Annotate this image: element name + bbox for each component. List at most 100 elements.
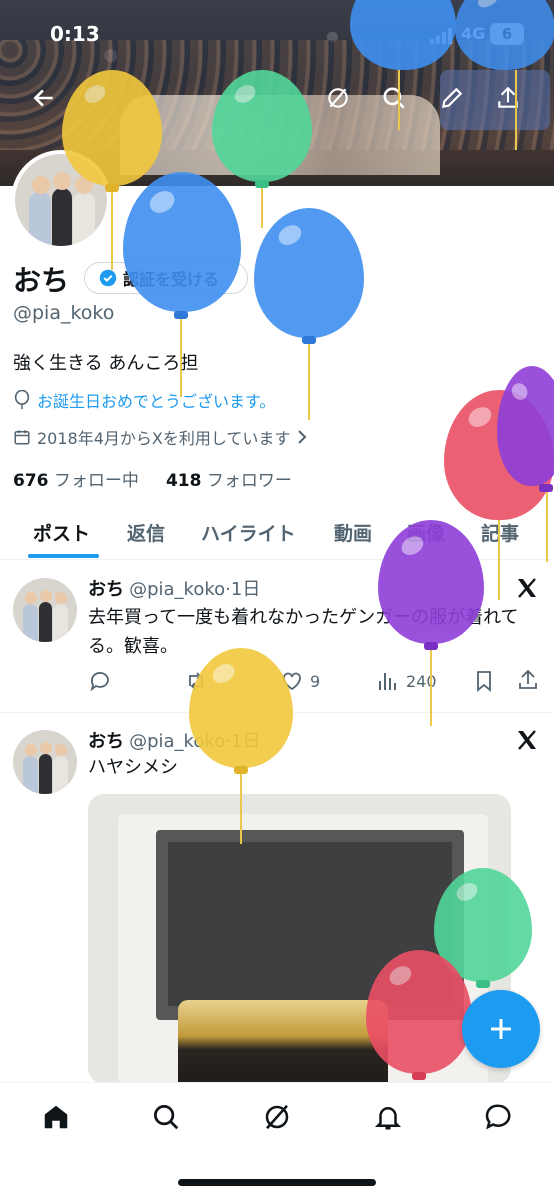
balloon-knot <box>539 484 553 492</box>
balloon-string <box>111 192 113 270</box>
grok-icon <box>328 88 348 108</box>
nav-home[interactable] <box>40 1101 72 1133</box>
back-icon <box>33 89 53 107</box>
reply-icon <box>90 672 109 692</box>
post-avatar-figure-3 <box>53 604 68 642</box>
post-avatar-figure-1 <box>23 756 38 794</box>
nav-notifications[interactable] <box>372 1101 404 1133</box>
home-indicator <box>178 1179 376 1186</box>
following-link[interactable]: 676 フォロー中 <box>13 471 139 491</box>
tab-videos[interactable]: 動画 <box>334 519 372 546</box>
post-avatar-head-1 <box>25 592 37 604</box>
balloon-purple-edge <box>497 366 554 486</box>
balloon-knot <box>174 311 188 319</box>
post-avatar-head-1 <box>25 744 37 756</box>
nav-messages[interactable] <box>482 1101 514 1133</box>
avatar-head-2 <box>53 172 71 190</box>
search-icon <box>383 87 405 109</box>
back-button[interactable] <box>26 80 62 116</box>
profile-name: おち <box>13 264 70 297</box>
views-icon <box>379 673 396 690</box>
chevron-right-icon <box>298 430 307 444</box>
post-avatar-figure-2 <box>39 754 52 794</box>
followers-link[interactable]: 418 フォロワー <box>166 471 292 491</box>
post-divider <box>0 712 554 713</box>
edit-button[interactable] <box>434 80 470 116</box>
tab-replies[interactable]: 返信 <box>127 519 165 546</box>
compose-button[interactable] <box>462 990 540 1068</box>
edit-icon <box>441 87 463 109</box>
status-bar: 0:13 4G 6 <box>0 18 554 52</box>
share-profile-button[interactable] <box>490 80 526 116</box>
post-author-meta: @pia_koko·1日 <box>129 731 261 752</box>
battery-indicator: 6 <box>490 23 524 45</box>
post-avatar-figure-1 <box>23 604 38 642</box>
signal-icon <box>430 28 452 44</box>
repost-button[interactable] <box>184 669 208 693</box>
following-count: 676 <box>13 471 49 491</box>
grok-icon <box>265 1104 289 1130</box>
post-avatar-head-2 <box>40 590 52 602</box>
post-avatar[interactable] <box>13 730 77 794</box>
get-verified-button[interactable]: 認証を受ける <box>84 262 248 294</box>
joined-row[interactable]: 2018年4月からXを利用しています <box>13 425 308 449</box>
post-avatar-figure-3 <box>53 756 68 794</box>
repost-icon <box>189 672 203 690</box>
balloon-red <box>444 390 554 520</box>
birthday-text: お誕生日おめでとうございます。 <box>37 392 276 411</box>
post-header: おち @pia_koko·1日 <box>88 727 260 753</box>
followers-count: 418 <box>165 471 202 491</box>
post-avatar-head-3 <box>55 592 67 604</box>
balloon-string <box>261 188 263 228</box>
tab-articles[interactable]: 記事 <box>481 519 519 546</box>
bookmark-icon[interactable] <box>472 669 496 693</box>
tab-photos[interactable]: 画像 <box>407 519 445 546</box>
x-logo-icon[interactable] <box>514 728 540 752</box>
follow-stats: 676 フォロー中 418 フォロワー <box>13 466 292 491</box>
post-author-name[interactable]: おち <box>88 579 124 600</box>
tab-posts[interactable]: ポスト <box>33 519 90 546</box>
home-icon <box>44 1105 68 1129</box>
like-button[interactable]: 9 <box>280 669 320 693</box>
balloon-knot <box>234 766 248 774</box>
like-icon <box>283 672 301 691</box>
joined-text: 2018年4月からXを利用しています <box>37 429 291 448</box>
search-button[interactable] <box>376 80 412 116</box>
avatar-figure-1 <box>29 192 51 246</box>
post-avatar-head-2 <box>40 742 52 754</box>
messages-icon <box>485 1104 511 1130</box>
get-verified-label: 認証を受ける <box>123 270 220 289</box>
tab-highlights[interactable]: ハイライト <box>201 519 296 546</box>
views-button[interactable]: 240 <box>376 669 437 693</box>
like-count: 9 <box>310 671 321 691</box>
post-avatar[interactable] <box>13 578 77 642</box>
nav-grok[interactable] <box>261 1101 293 1133</box>
balloon-blue <box>254 208 364 338</box>
post-avatar-head-3 <box>55 744 67 756</box>
avatar-figure-2 <box>52 188 72 246</box>
active-tab-indicator <box>28 554 99 558</box>
post-photo[interactable] <box>88 794 511 1084</box>
post-header: おち @pia_koko·1日 <box>88 575 260 601</box>
share-icon <box>498 86 518 108</box>
notifications-icon <box>374 1107 402 1130</box>
view-count: 240 <box>406 671 437 691</box>
search-icon <box>154 1105 179 1130</box>
share-post-icon[interactable] <box>516 668 540 692</box>
photo-microwave-window <box>168 842 452 1006</box>
x-logo-icon[interactable] <box>514 576 540 600</box>
balloon-knot <box>302 336 316 344</box>
profile-tabs: ポスト 返信 ハイライト 動画 画像 記事 <box>0 505 554 560</box>
calendar-icon <box>14 430 30 445</box>
balloon-string <box>308 344 310 420</box>
verified-icon <box>99 269 117 287</box>
nav-search[interactable] <box>150 1101 182 1133</box>
grok-button[interactable] <box>320 80 356 116</box>
profile-avatar[interactable] <box>11 150 111 250</box>
post-text: 去年買って一度も着れなかったゲンガーの服が着れてる。歓喜。 <box>88 607 519 657</box>
reply-button[interactable] <box>88 669 112 693</box>
avatar-head-1 <box>32 176 50 194</box>
post-author-name[interactable]: おち <box>88 731 124 752</box>
birthday-row[interactable]: お誕生日おめでとうございます。 <box>13 388 275 412</box>
post-text: ハヤシメシ <box>88 757 178 778</box>
